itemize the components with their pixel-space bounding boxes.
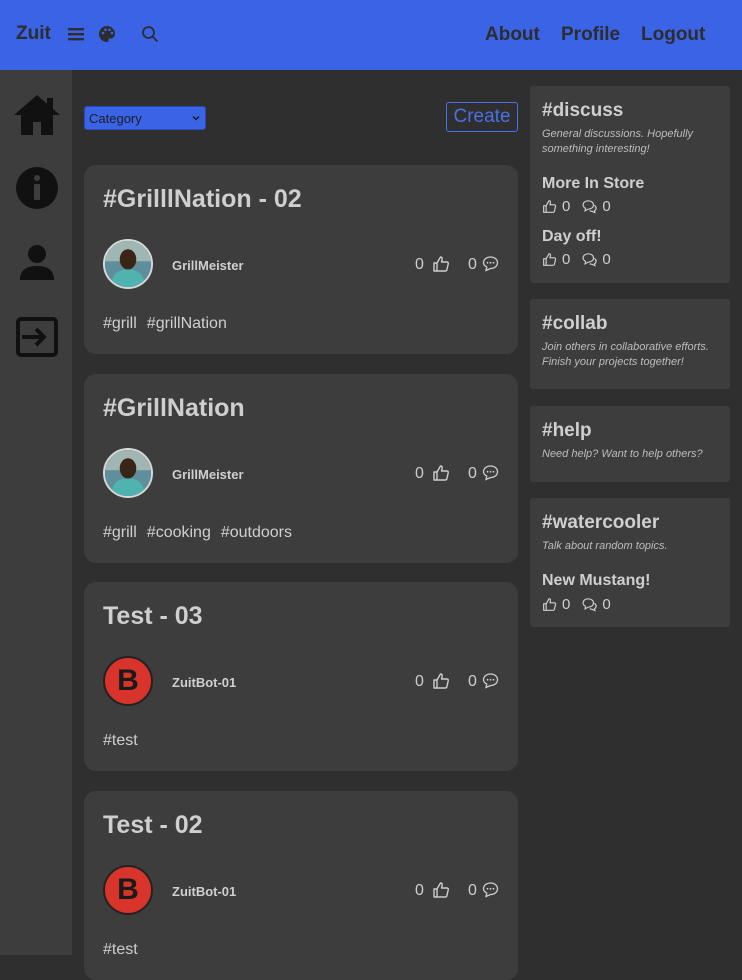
search-icon[interactable] [140, 24, 160, 44]
avatar[interactable]: B [103, 656, 153, 706]
nav-profile-link[interactable]: Profile [561, 24, 620, 46]
thumbs-up-icon[interactable] [432, 464, 450, 482]
create-post-button[interactable]: Create [446, 102, 518, 132]
likes-count: 0 [415, 673, 424, 690]
thumbs-up-icon[interactable] [432, 255, 450, 273]
likes-count: 0 [415, 465, 424, 482]
post-title[interactable]: #GrilllNation - 02 [103, 185, 302, 214]
comment-icon[interactable] [482, 672, 499, 689]
likes-count: 0 [562, 596, 571, 613]
likes-count: 0 [562, 251, 571, 268]
comment-icon[interactable] [482, 464, 499, 481]
top-navbar: Zuit About Profile Logout [0, 0, 742, 70]
channel-title[interactable]: #help [542, 420, 592, 442]
channel-title[interactable]: #discuss [542, 100, 623, 122]
tag-link[interactable]: #test [103, 732, 138, 749]
post-card[interactable]: Test - 03 B ZuitBot-01 0 0 #test [84, 582, 518, 771]
post-card[interactable]: #GrilllNation - 02 GrillMeister 0 0 #gri… [84, 165, 518, 354]
comments-icon[interactable] [582, 252, 598, 267]
post-author[interactable]: ZuitBot-01 [172, 884, 236, 899]
post-title[interactable]: Test - 03 [103, 602, 203, 631]
thumbs-up-icon[interactable] [542, 199, 557, 214]
channel-description: Talk about random topics. [542, 540, 668, 552]
comments-count: 0 [468, 465, 477, 482]
post-tags: #test [103, 732, 148, 750]
post-card[interactable]: #GrillNation GrillMeister 0 0 #grill #coo… [84, 374, 518, 563]
comments-count: 0 [468, 256, 477, 273]
menu-icon[interactable] [66, 24, 86, 44]
channel-post-stats: 0 0 [542, 251, 623, 268]
chevron-down-icon [191, 111, 201, 126]
palette-icon[interactable] [97, 24, 117, 44]
channel-post-link[interactable]: More In Store [542, 175, 644, 193]
post-tags: #grill #grillNation [103, 315, 237, 333]
post-tags: #grill #cooking #outdoors [103, 524, 302, 542]
home-icon[interactable] [12, 90, 62, 140]
avatar-letter: B [117, 664, 139, 697]
channel-post-stats: 0 0 [542, 198, 623, 215]
post-card[interactable]: Test - 02 B ZuitBot-01 0 0 #test [84, 791, 518, 980]
comments-count: 0 [468, 673, 477, 690]
tag-link[interactable]: #grill [103, 524, 137, 541]
comments-icon[interactable] [582, 199, 598, 214]
left-sidebar [0, 70, 72, 955]
likes-count: 0 [562, 198, 571, 215]
channel-title[interactable]: #collab [542, 313, 607, 335]
comments-count: 0 [602, 251, 611, 268]
tag-link[interactable]: #cooking [147, 524, 211, 541]
post-author[interactable]: GrillMeister [172, 258, 244, 273]
category-select[interactable]: Category [84, 106, 206, 130]
avatar[interactable]: B [103, 865, 153, 915]
comment-icon[interactable] [482, 881, 499, 898]
channel-description: Join others in collaborative efforts. Fi… [542, 341, 709, 368]
nav-about-link[interactable]: About [485, 24, 540, 46]
comments-count: 0 [468, 882, 477, 899]
post-title[interactable]: #GrillNation [103, 394, 245, 423]
channel-post-stats: 0 0 [542, 596, 623, 613]
channel-card-collab: #collab Join others in collaborative eff… [530, 299, 730, 389]
channel-post-link[interactable]: New Mustang! [542, 572, 650, 590]
channel-card-help: #help Need help? Want to help others? [530, 406, 730, 482]
avatar[interactable] [103, 448, 153, 498]
comment-icon[interactable] [482, 255, 499, 272]
channel-card-watercooler: #watercooler Talk about random topics. N… [530, 498, 730, 627]
post-tags: #test [103, 941, 148, 959]
tag-link[interactable]: #grill [103, 315, 137, 332]
brand-logo[interactable]: Zuit [16, 23, 51, 45]
channel-description: General discussions. Hopefully something… [542, 128, 694, 155]
likes-count: 0 [415, 882, 424, 899]
avatar[interactable] [103, 239, 153, 289]
thumbs-up-icon[interactable] [432, 672, 450, 690]
channel-description: Need help? Want to help others? [542, 448, 703, 460]
tag-link[interactable]: #test [103, 941, 138, 958]
thumbs-up-icon[interactable] [542, 252, 557, 267]
user-icon[interactable] [12, 238, 62, 288]
tag-link[interactable]: #outdoors [221, 524, 292, 541]
channel-title[interactable]: #watercooler [542, 512, 659, 534]
comments-count: 0 [602, 596, 611, 613]
thumbs-up-icon[interactable] [542, 597, 557, 612]
post-author[interactable]: GrillMeister [172, 467, 244, 482]
category-select-value: Category [89, 110, 142, 126]
thumbs-up-icon[interactable] [432, 881, 450, 899]
likes-count: 0 [415, 256, 424, 273]
info-icon[interactable] [12, 163, 62, 213]
post-title[interactable]: Test - 02 [103, 811, 203, 840]
avatar-letter: B [117, 873, 139, 906]
post-author[interactable]: ZuitBot-01 [172, 675, 236, 690]
channel-card-discuss: #discuss General discussions. Hopefully … [530, 86, 730, 283]
logout-icon[interactable] [12, 312, 62, 362]
nav-logout-link[interactable]: Logout [641, 24, 705, 46]
comments-icon[interactable] [582, 597, 598, 612]
tag-link[interactable]: #grillNation [147, 315, 227, 332]
channel-post-link[interactable]: Day off! [542, 228, 602, 246]
comments-count: 0 [602, 198, 611, 215]
